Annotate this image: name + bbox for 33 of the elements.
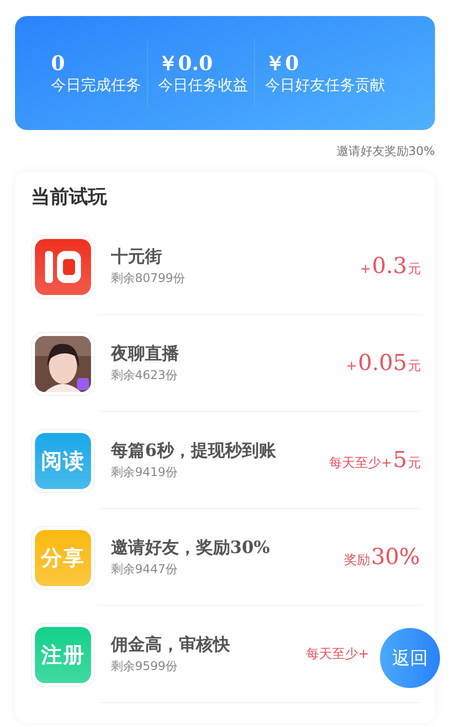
stat-label: 今日好友任务贡献 (265, 75, 385, 95)
reward-prefix: + (360, 262, 371, 276)
reward-value: 30% (371, 544, 420, 570)
stat-label: 今日任务收益 (158, 75, 248, 95)
stat-value: ￥0.0 (158, 51, 214, 75)
app-icon: 阅读 (35, 432, 91, 488)
task-title[interactable]: 十元街 (111, 245, 360, 268)
remaining-count: 剩余9599份 (111, 658, 179, 675)
remaining-count: 剩余4623份 (111, 367, 179, 384)
reward-prefix: 奖励 (344, 552, 370, 568)
stat-label: 今日完成任务 (51, 75, 141, 95)
reward-prefix: + (346, 358, 358, 374)
remaining-count: 剩余80799份 (111, 270, 186, 287)
reward-prefix: 每天至少+ (306, 646, 369, 663)
stat-value: ￥0 (265, 51, 300, 75)
invite-note: 邀请好友奖励30% (336, 144, 435, 158)
app-icon: 注册 (35, 626, 91, 682)
section-title: 当前试玩 (31, 185, 108, 210)
reward-unit: 元 (408, 260, 421, 278)
reward-value: 0.3 (372, 254, 407, 278)
task-title[interactable]: 佣金高，审核快 (111, 633, 306, 656)
remaining-count: 剩余9419份 (111, 464, 179, 481)
stat-value: 0 (51, 51, 66, 75)
reward-value: 5 (393, 448, 407, 472)
task-title[interactable]: 每篇6秒，提现秒到账 (111, 439, 330, 462)
task-title[interactable]: 夜聊直播 (111, 342, 346, 365)
reward-prefix: 每天至少+ (329, 454, 392, 472)
task-title[interactable]: 邀请好友，奖励30% (111, 536, 344, 559)
remaining-count: 剩余9447份 (111, 561, 179, 578)
reward-unit: 元 (408, 358, 421, 374)
reward-value: 0.05 (358, 350, 407, 376)
reward-unit: 元 (408, 454, 421, 472)
app-icon: 分享 (35, 530, 91, 586)
